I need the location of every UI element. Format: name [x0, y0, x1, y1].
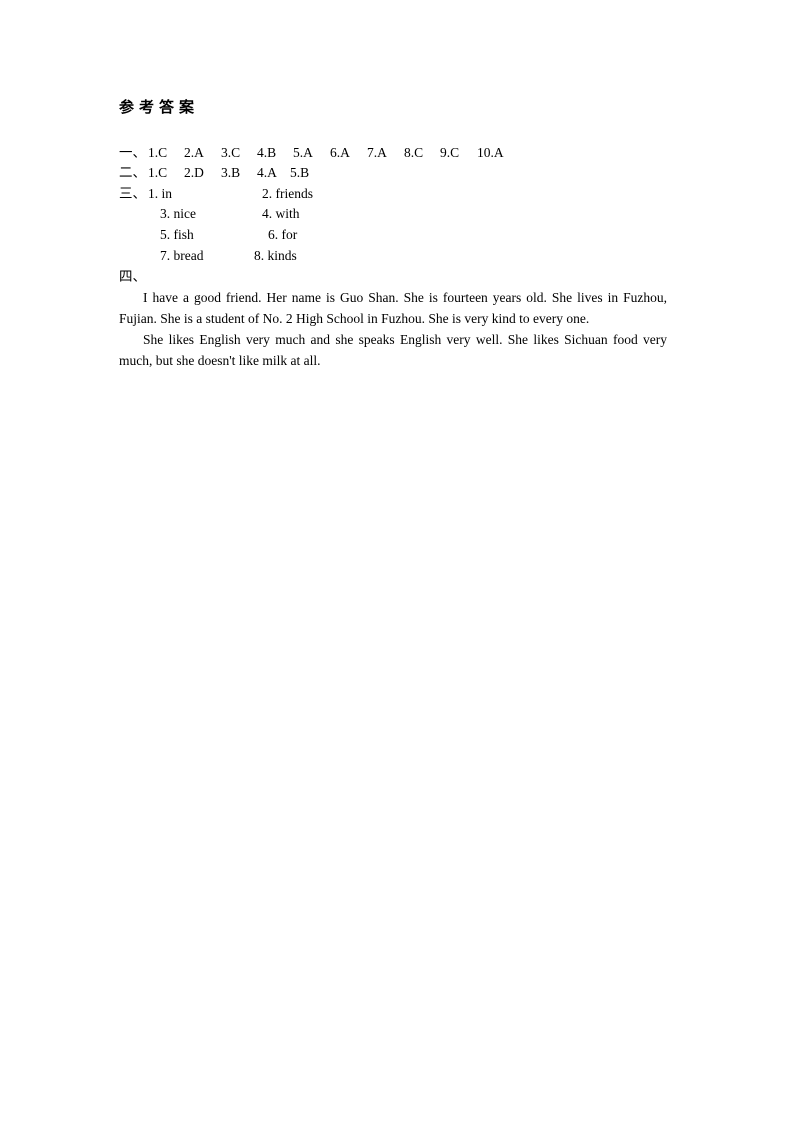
answer-item: 2.D — [184, 165, 204, 180]
answer-item: 7.A — [367, 145, 387, 160]
answer-item: 2. friends — [262, 186, 313, 201]
section-2: 二、 — [119, 164, 146, 182]
answer-item: 4.A — [257, 165, 277, 180]
document-page: 参考答案 一、 1.C 2.A 3.C 4.B 5.A 6.A 7.A 8.C … — [0, 0, 794, 1123]
section-1-label: 一、 — [119, 145, 146, 160]
answer-item: 6.A — [330, 145, 350, 160]
section-3: 三、 — [119, 185, 146, 203]
answer-item: 6. for — [268, 227, 298, 242]
answer-item: 3.C — [221, 145, 241, 160]
essay-paragraph: She likes English very much and she spea… — [119, 332, 667, 368]
answer-item: 9.C — [440, 145, 460, 160]
section-4: 四、 — [119, 268, 146, 286]
answer-item: 8. kinds — [254, 248, 297, 263]
essay-paragraph: I have a good friend. Her name is Guo Sh… — [119, 290, 667, 326]
answer-item: 1.C — [148, 165, 168, 180]
answer-item: 4.B — [257, 145, 277, 160]
answer-item: 4. with — [262, 206, 300, 221]
answer-item: 10.A — [477, 145, 504, 160]
answer-item: 3.B — [221, 165, 241, 180]
section-2-label: 二、 — [119, 165, 146, 180]
answer-item: 7. bread — [160, 248, 204, 263]
answer-item: 5. fish — [160, 227, 194, 242]
answer-item: 8.C — [404, 145, 424, 160]
page-title: 参考答案 — [119, 98, 200, 116]
answer-item: 5.B — [290, 165, 310, 180]
answer-item: 5.A — [293, 145, 313, 160]
section-4-label: 四、 — [119, 269, 146, 284]
answer-item: 3. nice — [160, 206, 196, 221]
answer-item: 1.C — [148, 145, 168, 160]
section-1: 一、 — [119, 144, 146, 162]
answer-item: 1. in — [148, 186, 173, 201]
section-3-label: 三、 — [119, 186, 146, 201]
answer-item: 2.A — [184, 145, 204, 160]
